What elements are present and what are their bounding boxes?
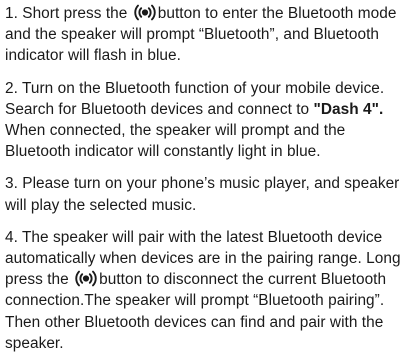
step-1-text-before-icon: 1. Short press the — [5, 5, 132, 22]
broadcast-icon — [133, 4, 157, 21]
device-name: "Dash 4". — [313, 100, 384, 118]
step-2-text-after-device-name: When connected, the speaker will prompt … — [5, 122, 346, 161]
instruction-step-2: 2. Turn on the Bluetooth function of you… — [5, 78, 414, 163]
instruction-step-1: 1. Short press the button to enter the B… — [5, 3, 414, 67]
instruction-step-3: 3. Please turn on your phone’s music pla… — [5, 173, 414, 215]
step-3-text: 3. Please turn on your phone’s music pla… — [5, 175, 400, 214]
broadcast-icon — [74, 270, 98, 287]
instructions-document: 1. Short press the button to enter the B… — [0, 0, 414, 363]
instruction-step-4: 4. The speaker will pair with the latest… — [5, 227, 414, 354]
